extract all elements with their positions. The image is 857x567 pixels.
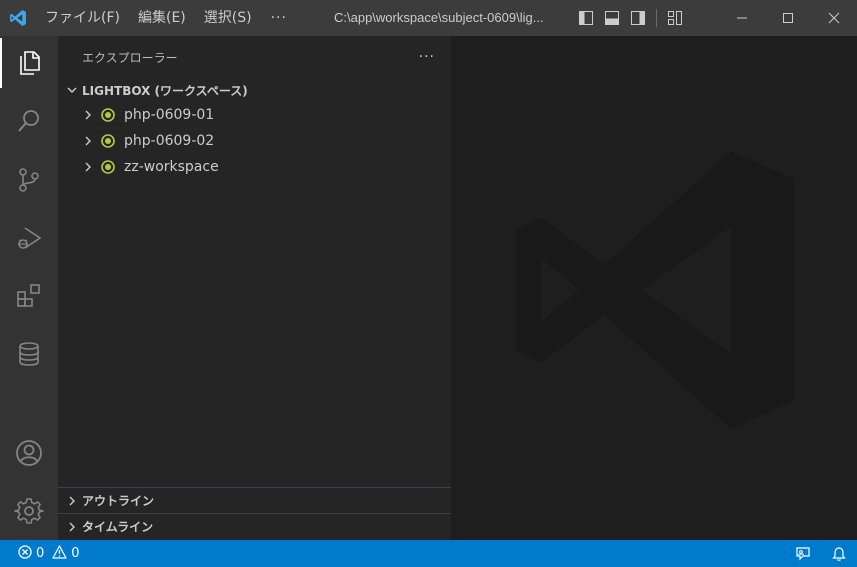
extensions-icon[interactable] [0,271,58,321]
warning-count: 0 [71,546,80,561]
folder-label: zz-workspace [124,159,219,175]
maximize-icon[interactable] [765,0,811,36]
account-icon[interactable] [0,428,58,478]
workspace-section-header[interactable]: LIGHTBOX (ワークスペース) [58,78,451,102]
chevron-right-icon [64,519,80,535]
window-controls [719,0,857,36]
status-bar: 0 0 [0,540,857,567]
sidebar-header: エクスプローラー ··· [58,36,451,78]
toggle-panel-icon[interactable] [602,8,622,28]
outline-section-header[interactable]: アウトライン [58,487,451,513]
layout-controls [576,0,685,36]
close-icon[interactable] [811,0,857,36]
outline-label: アウトライン [82,494,155,508]
vscode-logo-icon [0,0,36,36]
sidebar-more-button[interactable]: ··· [419,49,435,65]
toggle-primary-sidebar-icon[interactable] [576,8,596,28]
workspace-title: LIGHTBOX (ワークスペース) [82,83,248,98]
vscode-watermark-icon [515,150,795,430]
minimize-icon[interactable] [719,0,765,36]
timeline-section-header[interactable]: タイムライン [58,513,451,539]
folder-root-icon [100,159,116,175]
editor-area [451,36,857,540]
folder-label: php-0609-01 [124,107,215,123]
problems-indicator[interactable]: 0 0 [0,544,80,563]
layout-separator [656,9,657,27]
warning-icon [52,544,67,563]
window-title: C:\app\workspace\subject-0609\lig... [334,10,544,25]
bell-icon[interactable] [821,540,857,567]
error-count: 0 [36,546,45,561]
chevron-right-icon [80,159,96,175]
status-right [785,540,857,567]
timeline-label: タイムライン [82,520,154,534]
chevron-right-icon [64,493,80,509]
settings-gear-icon[interactable] [0,486,58,536]
title-bar: ファイル(F) 編集(E) 選択(S) ··· C:\app\workspace… [0,0,857,36]
tree-folder-zz-workspace[interactable]: zz-workspace [58,154,451,180]
explorer-icon[interactable] [0,38,58,88]
menu-bar: ファイル(F) 編集(E) 選択(S) ··· [36,0,297,36]
menu-file[interactable]: ファイル(F) [36,0,129,36]
feedback-icon[interactable] [785,540,821,567]
tree-folder-php-0609-02[interactable]: php-0609-02 [58,128,451,154]
menu-edit[interactable]: 編集(E) [129,0,195,36]
run-debug-icon[interactable] [0,213,58,263]
folder-label: php-0609-02 [124,133,215,149]
chevron-right-icon [80,107,96,123]
menu-more-button[interactable]: ··· [261,10,297,26]
sidebar-title: エクスプローラー [82,50,178,65]
chevron-down-icon [64,82,80,98]
folder-root-icon [100,107,116,123]
search-icon[interactable] [0,96,58,146]
menu-selection[interactable]: 選択(S) [195,0,261,36]
source-control-icon[interactable] [0,155,58,205]
explorer-sidebar: エクスプローラー ··· LIGHTBOX (ワークスペース) php-0609… [58,36,451,540]
chevron-right-icon [80,133,96,149]
activity-bar [0,36,58,540]
error-icon [18,544,32,563]
customize-layout-icon[interactable] [665,8,685,28]
toggle-secondary-sidebar-icon[interactable] [628,8,648,28]
database-icon[interactable] [0,329,58,379]
folder-root-icon [100,133,116,149]
tree-folder-php-0609-01[interactable]: php-0609-01 [58,102,451,128]
